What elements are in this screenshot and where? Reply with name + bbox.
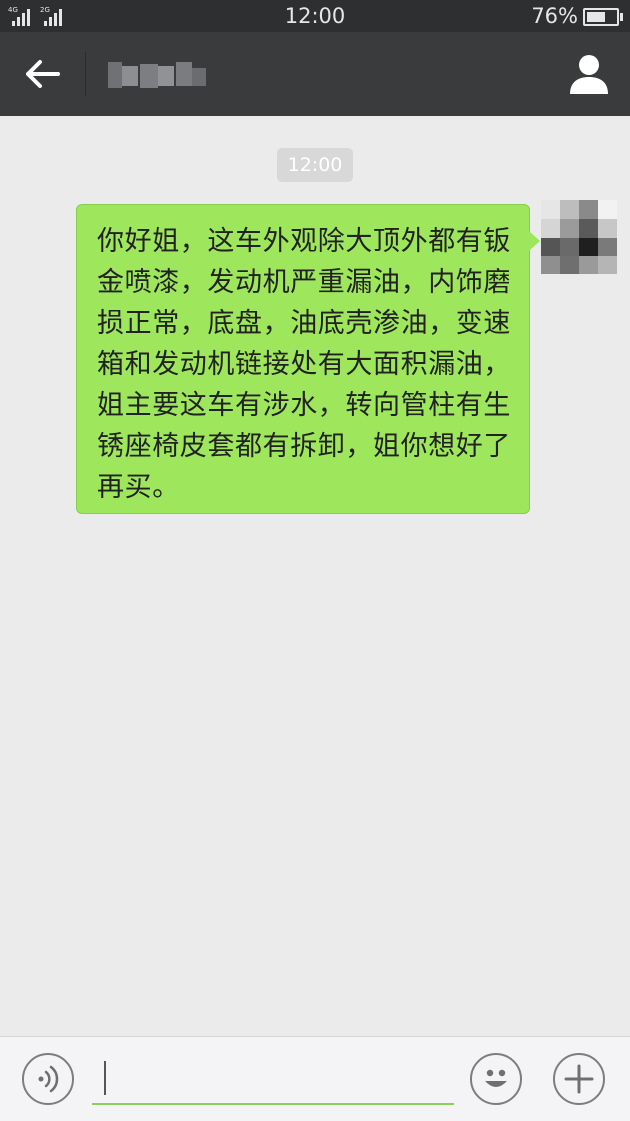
title-divider bbox=[85, 52, 86, 96]
emoji-button[interactable] bbox=[470, 1053, 522, 1105]
voice-icon bbox=[38, 1065, 59, 1093]
contact-name-blurred bbox=[108, 60, 208, 90]
battery-percent: 76% bbox=[531, 4, 578, 28]
message-text: 你好姐，这车外观除大顶外都有钣金喷漆，发动机严重漏油，内饰磨损正常，底盘，油底壳… bbox=[97, 226, 511, 503]
person-icon bbox=[570, 55, 608, 94]
time-badge: 12:00 bbox=[277, 148, 353, 182]
emoji-icon bbox=[485, 1069, 507, 1087]
bubble-tail bbox=[529, 231, 540, 251]
plus-button[interactable] bbox=[553, 1053, 605, 1105]
message-bubble-outgoing[interactable]: 你好姐，这车外观除大顶外都有钣金喷漆，发动机严重漏油，内饰磨损正常，底盘，油底壳… bbox=[76, 204, 540, 514]
avatar[interactable] bbox=[541, 200, 617, 274]
profile-button[interactable] bbox=[568, 52, 610, 96]
input-bar bbox=[0, 1036, 630, 1121]
title-bar bbox=[0, 32, 630, 116]
chat-area[interactable]: 12:00 你好姐，这车外观除大顶外都有钣金喷漆，发动机严重漏油，内饰磨损正常，… bbox=[0, 116, 630, 1036]
voice-button[interactable] bbox=[22, 1053, 74, 1105]
status-bar: 4G 2G 12:00 76% bbox=[0, 0, 630, 32]
arrow-left-icon bbox=[26, 60, 60, 88]
battery-icon bbox=[583, 8, 623, 26]
back-button[interactable] bbox=[14, 50, 70, 98]
battery-fill bbox=[587, 12, 605, 22]
text-caret bbox=[104, 1061, 106, 1095]
plus-icon bbox=[564, 1064, 594, 1094]
message-input[interactable] bbox=[92, 1055, 454, 1105]
